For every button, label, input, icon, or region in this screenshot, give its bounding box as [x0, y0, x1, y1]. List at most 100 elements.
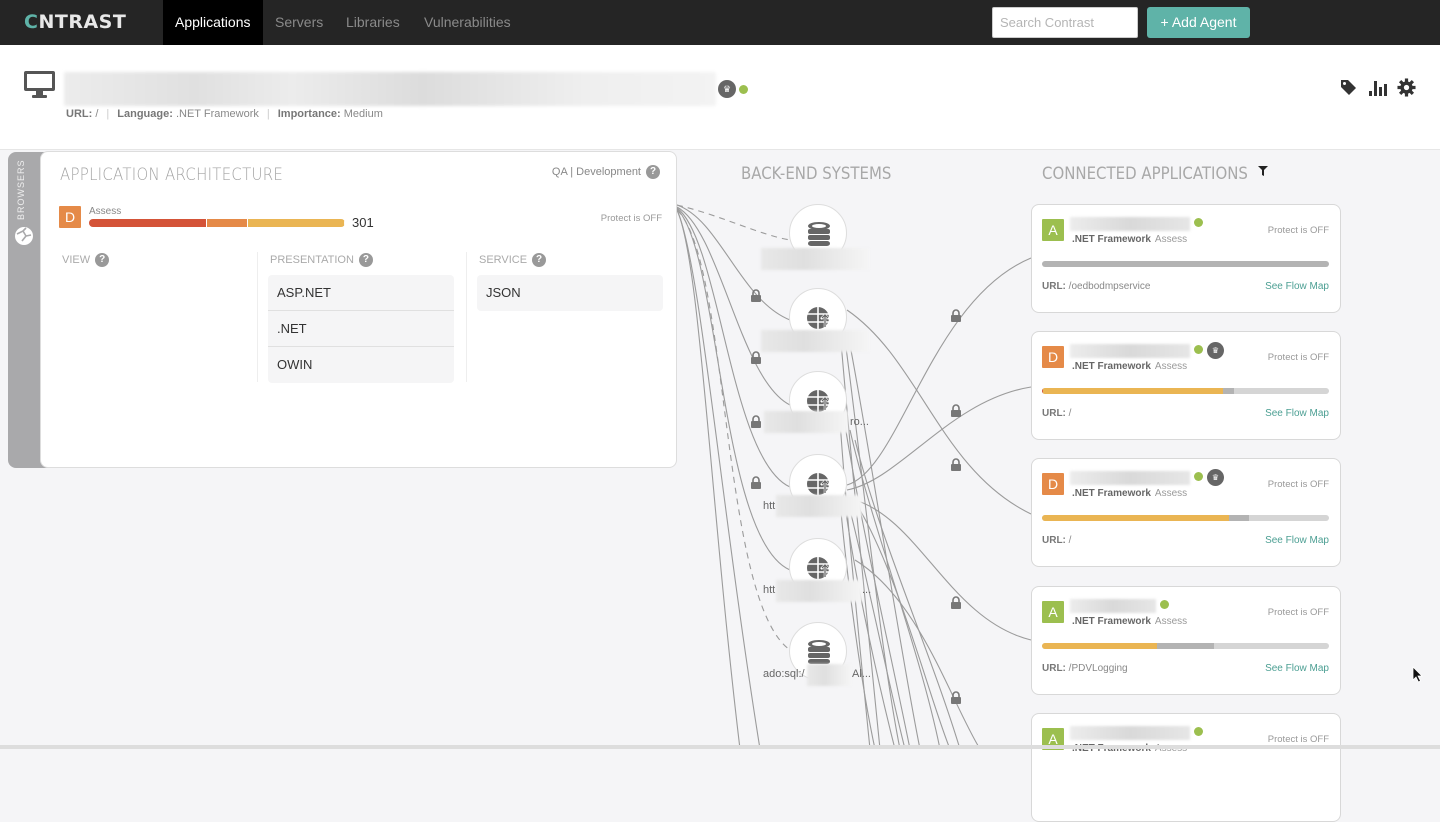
tag-icon[interactable] — [1339, 78, 1358, 97]
link — [846, 309, 1032, 515]
backend-label: ... — [862, 584, 872, 596]
language-label: Language: — [117, 108, 173, 120]
backend-label-redacted — [761, 330, 869, 352]
connected-app-card[interactable]: D ♛ .NET Framework Assess Protect is OFF URL:… — [1031, 331, 1341, 440]
vulnerability-count: 301 — [352, 215, 374, 230]
contrast-logo[interactable]: CNTRAST — [24, 11, 126, 33]
crown-icon: ♛ — [718, 80, 736, 98]
app-name-redacted — [1070, 471, 1190, 485]
add-agent-button[interactable]: + Add Agent — [1147, 7, 1250, 38]
url-value: /PDVLogging — [1068, 663, 1128, 674]
importance-value: Medium — [343, 108, 383, 120]
link — [846, 257, 1032, 486]
tech-item[interactable]: JSON — [477, 275, 663, 311]
app-url: URL: / — [1042, 408, 1071, 419]
help-icon[interactable]: ? — [532, 253, 547, 267]
link — [676, 209, 761, 749]
grade-badge: A — [1042, 219, 1064, 241]
lock-icon — [951, 404, 961, 417]
help-icon[interactable]: ? — [358, 253, 373, 267]
link — [849, 509, 906, 749]
status-online-dot — [1194, 727, 1203, 736]
risk-bar — [1042, 388, 1329, 394]
app-url: URL: / — [1042, 535, 1071, 546]
crown-icon: ♛ — [1207, 469, 1224, 486]
gear-icon[interactable] — [1397, 78, 1416, 97]
web-service-icon — [807, 557, 830, 579]
lock-icon — [751, 476, 761, 489]
divider — [466, 252, 467, 382]
service-list: JSON — [477, 275, 663, 311]
header-actions — [1339, 78, 1416, 97]
risk-segment — [1228, 515, 1249, 521]
environment: QA | Development? — [552, 165, 660, 179]
link — [676, 209, 741, 749]
environment-label: QA | Development — [551, 166, 641, 178]
view-label: VIEW — [62, 254, 91, 266]
backend-label: htt — [763, 584, 776, 596]
protect-status: Protect is OFF — [1267, 734, 1329, 745]
backend-label-redacted — [776, 495, 862, 517]
risk-segment — [1042, 643, 1157, 649]
status-online-dot — [739, 85, 748, 94]
tab-vulnerabilities[interactable]: Vulnerabilities — [412, 0, 523, 48]
lock-icon — [951, 596, 961, 609]
tab-servers[interactable]: Servers — [263, 0, 335, 48]
search-input[interactable] — [992, 7, 1138, 38]
tab-libraries[interactable]: Libraries — [334, 0, 412, 48]
risk-segment — [1222, 388, 1235, 394]
tech-item[interactable]: .NET — [268, 311, 454, 347]
connected-app-card[interactable]: A.NET FrameworkAssessProtect is OFF — [1031, 713, 1341, 822]
database-icon — [808, 640, 830, 664]
tech-item[interactable]: ASP.NET — [268, 275, 454, 311]
backend-label-redacted — [761, 248, 869, 270]
url-label: URL: — [1042, 535, 1066, 546]
bar-chart-icon[interactable] — [1368, 78, 1387, 97]
framework-label: .NET FrameworkAssess — [1072, 234, 1187, 245]
app-url: URL: /oedbodmpservice — [1042, 281, 1150, 292]
monitor-icon — [24, 71, 55, 98]
web-service-icon — [807, 307, 830, 329]
risk-bar — [1042, 261, 1329, 267]
url-value: / — [1068, 408, 1072, 419]
presentation-header: PRESENTATION? — [270, 253, 373, 267]
protect-status: Protect is OFF — [1267, 352, 1329, 363]
url-label: URL: — [1042, 408, 1066, 419]
status-online-dot — [1160, 600, 1169, 609]
connected-app-card[interactable]: A .NET Framework Assess Protect is OFF URL: … — [1031, 586, 1341, 695]
tech-item[interactable]: OWIN — [268, 347, 454, 383]
link — [844, 504, 896, 749]
language-value: .NET Framework — [175, 108, 259, 120]
app-name-redacted — [1070, 726, 1190, 740]
see-flow-map-link[interactable]: See Flow Map — [1265, 408, 1329, 419]
lock-icon — [751, 289, 761, 302]
help-icon[interactable]: ? — [646, 165, 660, 179]
framework-name: .NET Framework — [1072, 616, 1151, 627]
see-flow-map-link[interactable]: See Flow Map — [1265, 663, 1329, 674]
grade-badge: A — [1042, 601, 1064, 623]
status-online-dot — [1194, 472, 1203, 481]
app-meta: URL: / | Language: .NET Framework | Importan… — [66, 108, 383, 120]
connected-app-card[interactable]: D ♛ .NET Framework Assess Protect is OFF URL:… — [1031, 458, 1341, 567]
mouse-cursor — [1412, 666, 1423, 683]
help-icon[interactable]: ? — [95, 253, 110, 267]
see-flow-map-link[interactable]: See Flow Map — [1265, 535, 1329, 546]
url-value: / — [1068, 535, 1072, 546]
connected-app-card[interactable]: A .NET Framework Assess Protect is OFF URL: … — [1031, 204, 1341, 313]
grade-badge: D — [1042, 346, 1064, 368]
app-name-redacted — [1070, 599, 1156, 613]
url-label: URL: — [66, 108, 93, 120]
crown-icon: ♛ — [1207, 342, 1224, 359]
grade-badge: D — [1042, 473, 1064, 495]
service-label: SERVICE — [479, 254, 528, 266]
framework-name: .NET Framework — [1072, 234, 1151, 245]
see-flow-map-link[interactable]: See Flow Map — [1265, 281, 1329, 292]
tab-applications[interactable]: Applications — [163, 0, 263, 48]
mode-label: Assess — [1154, 234, 1188, 245]
grade-badge: D — [59, 206, 81, 228]
connected-apps-title: CONNECTED APPLICATIONS — [1042, 164, 1248, 184]
divider — [257, 252, 258, 382]
protect-status: Protect is OFF — [600, 213, 662, 224]
filter-icon[interactable] — [1258, 166, 1268, 176]
backend-label-redacted — [776, 580, 862, 602]
